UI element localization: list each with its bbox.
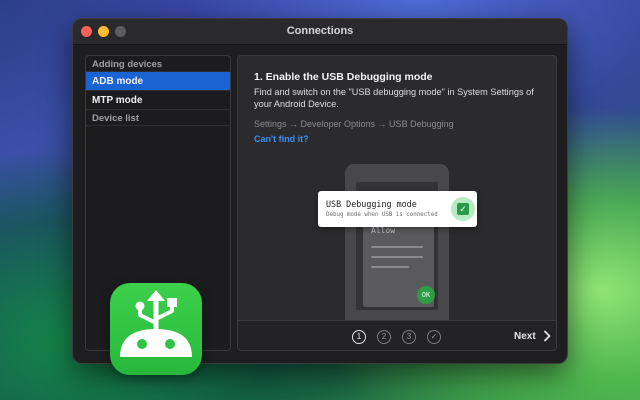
section-header-device-list: Device list [86,110,230,126]
title-bar: Connections [73,19,567,45]
sidebar-item-mtp-mode[interactable]: MTP mode [86,91,230,110]
text-line [371,246,423,248]
step-indicator: 1 2 3 ✓ [352,330,441,344]
wizard-footer: 1 2 3 ✓ Next [238,320,556,350]
step-complete-indicator: ✓ [427,330,441,344]
usb-debugging-toggle: ✓ [451,197,475,221]
step-description: Find and switch on the "USB debugging mo… [254,87,534,109]
instruction-panel: 1. Enable the USB Debugging mode Find an… [237,55,557,351]
allow-text: Allow [371,226,396,235]
next-button[interactable]: Next [514,330,553,342]
usb-debugging-toggle-card: USB Debugging mode Debug mode when USB i… [318,191,477,227]
text-line [371,256,423,258]
phone-illustration: Allow OK [345,164,449,334]
usb-android-app-icon [110,283,202,375]
step-title: 1. Enable the USB Debugging mode [254,71,433,83]
checkbox-icon: ✓ [457,203,469,215]
ok-button-illustration: OK [417,286,435,304]
toggle-title: USB Debugging mode [326,199,417,209]
settings-path: Settings → Developer Options → USB Debug… [254,119,454,129]
cant-find-it-link[interactable]: Can't find it? [254,134,309,144]
chevron-right-icon [543,330,551,342]
sidebar-item-adb-mode[interactable]: ADB mode [86,72,230,91]
section-header-adding-devices: Adding devices [86,56,230,72]
step-3-indicator: 3 [402,330,416,344]
step-1-indicator: 1 [352,330,366,344]
window-title: Connections [286,25,354,37]
text-line [371,266,409,268]
toggle-subtitle: Debug mode when USB is connected [326,212,438,218]
step-2-indicator: 2 [377,330,391,344]
next-label: Next [514,330,536,342]
